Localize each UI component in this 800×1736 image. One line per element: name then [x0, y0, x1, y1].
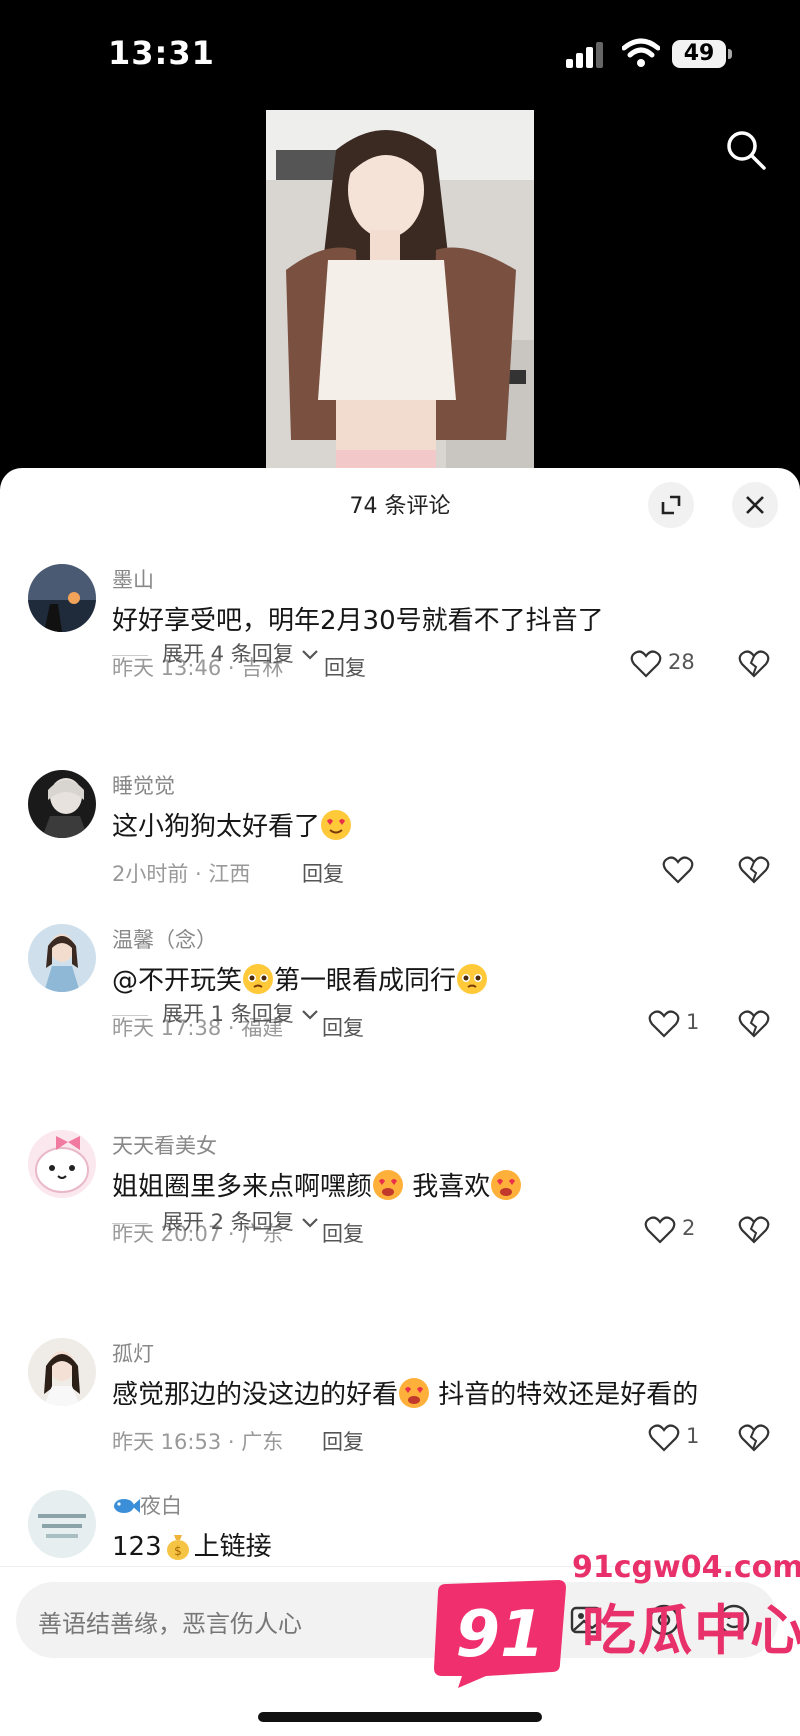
- expand-replies-label: 展开 2 条回复: [162, 1210, 294, 1234]
- avatar[interactable]: [28, 1130, 96, 1198]
- comment-username-label: 夜白: [140, 1494, 182, 1518]
- like-count: 28: [668, 650, 695, 674]
- search-icon[interactable]: [724, 128, 768, 172]
- comment-text-part: 感觉那边的没这边的好看: [112, 1380, 399, 1410]
- expand-icon: [661, 495, 681, 515]
- expand-panel-button[interactable]: [648, 482, 694, 528]
- heart-icon: [648, 1424, 680, 1452]
- comment-username[interactable]: 睡觉觉: [112, 770, 175, 800]
- status-time: 13:31: [108, 34, 215, 72]
- money-bag-emoji: $: [166, 1535, 189, 1560]
- like-count: 2: [682, 1216, 696, 1240]
- comment-text-part: 姐姐圈里多来点啊嘿颜: [112, 1172, 373, 1202]
- status-bar: 13:31 49: [0, 0, 800, 110]
- comment-input-placeholder: 善语结善缘，恶言伤人心: [38, 1610, 302, 1638]
- drooling-heart-eyes-emoji: [399, 1378, 430, 1408]
- reply-button[interactable]: 回复: [322, 1218, 364, 1248]
- comment-text: 姐姐圈里多来点啊嘿颜 我喜欢: [112, 1166, 522, 1203]
- comment-text: 好好享受吧，明年2月30号就看不了抖音了: [112, 606, 604, 636]
- watermark-badge: 91: [455, 1598, 545, 1672]
- comment-text-part: 123: [112, 1532, 162, 1562]
- broken-heart-icon[interactable]: [738, 854, 770, 886]
- broken-heart-icon[interactable]: [738, 1422, 770, 1454]
- pleading-emoji: [457, 964, 488, 994]
- reply-button[interactable]: 回复: [302, 858, 344, 888]
- comment-text-part: 第一眼看成同行: [274, 966, 457, 996]
- heart-icon: [630, 650, 662, 678]
- comment-text-part: 抖音的特效还是好看的: [430, 1380, 699, 1410]
- chevron-down-icon: [302, 1218, 319, 1228]
- comment-username[interactable]: 天天看美女: [112, 1130, 217, 1160]
- comment-username[interactable]: 温馨（念）: [112, 924, 217, 954]
- drooling-heart-eyes-emoji: [491, 1170, 522, 1200]
- like-count: 1: [686, 1424, 700, 1448]
- comment-text-part: @不开玩笑: [112, 966, 243, 996]
- expand-replies-label: 展开 4 条回复: [162, 642, 294, 666]
- comment-username[interactable]: 孤灯: [112, 1338, 154, 1368]
- battery-tip: [728, 49, 732, 59]
- watermark-name: 吃瓜中心: [582, 1599, 800, 1662]
- comment-text-part: 我喜欢: [404, 1172, 491, 1202]
- watermark: 91 91cgw04.com 吃瓜中心: [432, 1528, 800, 1700]
- wifi-icon: [622, 38, 660, 67]
- avatar[interactable]: [28, 924, 96, 992]
- comment-meta: 昨天 16:53 · 广东: [112, 1430, 284, 1454]
- broken-heart-icon[interactable]: [738, 648, 770, 680]
- avatar[interactable]: [28, 564, 96, 632]
- avatar[interactable]: [28, 770, 96, 838]
- pleading-emoji: [243, 964, 274, 994]
- heart-icon: [644, 1216, 676, 1244]
- broken-heart-icon[interactable]: [738, 1008, 770, 1040]
- broken-heart-icon[interactable]: [738, 1214, 770, 1246]
- close-panel-button[interactable]: [732, 482, 778, 528]
- chevron-down-icon: [302, 1010, 319, 1020]
- like-count: 1: [686, 1010, 700, 1034]
- heart-icon: [662, 856, 694, 884]
- comment-text: @不开玩笑 第一眼看成同行: [112, 960, 488, 997]
- comment-text: 这小狗狗太好看了: [112, 806, 352, 843]
- signal-icon: [566, 42, 603, 68]
- reply-button[interactable]: 回复: [322, 1426, 364, 1456]
- comment-username[interactable]: 夜白: [112, 1490, 182, 1520]
- heart-eyes-emoji: [321, 810, 352, 840]
- reply-button[interactable]: 回复: [322, 1012, 364, 1042]
- comment-username[interactable]: 墨山: [112, 564, 154, 594]
- reply-button[interactable]: 回复: [324, 652, 366, 682]
- avatar[interactable]: [28, 1490, 96, 1558]
- comment-text-part: 这小狗狗太好看了: [112, 812, 321, 842]
- comment-text: 感觉那边的没这边的好看 抖音的特效还是好看的: [112, 1374, 698, 1411]
- svg-text:$: $: [174, 1544, 182, 1558]
- expand-replies-button[interactable]: 展开 4 条回复: [112, 638, 320, 668]
- expand-replies-label: 展开 1 条回复: [162, 1002, 294, 1026]
- comment-meta: 2小时前 · 江西: [112, 862, 251, 886]
- watermark-url: 91cgw04.com: [572, 1550, 800, 1585]
- expand-replies-button[interactable]: 展开 2 条回复: [112, 1206, 320, 1236]
- comment-text-part: 上链接: [193, 1532, 272, 1562]
- chevron-down-icon: [302, 650, 319, 660]
- avatar[interactable]: [28, 1338, 96, 1406]
- video-preview[interactable]: [266, 110, 534, 470]
- expand-replies-button[interactable]: 展开 1 条回复: [112, 998, 320, 1028]
- battery-indicator: 49: [672, 40, 726, 68]
- close-icon: [746, 496, 764, 514]
- comment-text: 123 $ 上链接: [112, 1526, 272, 1563]
- heart-icon: [648, 1010, 680, 1038]
- fish-icon: [114, 1499, 140, 1513]
- drooling-heart-eyes-emoji: [373, 1170, 404, 1200]
- home-indicator: [258, 1712, 542, 1722]
